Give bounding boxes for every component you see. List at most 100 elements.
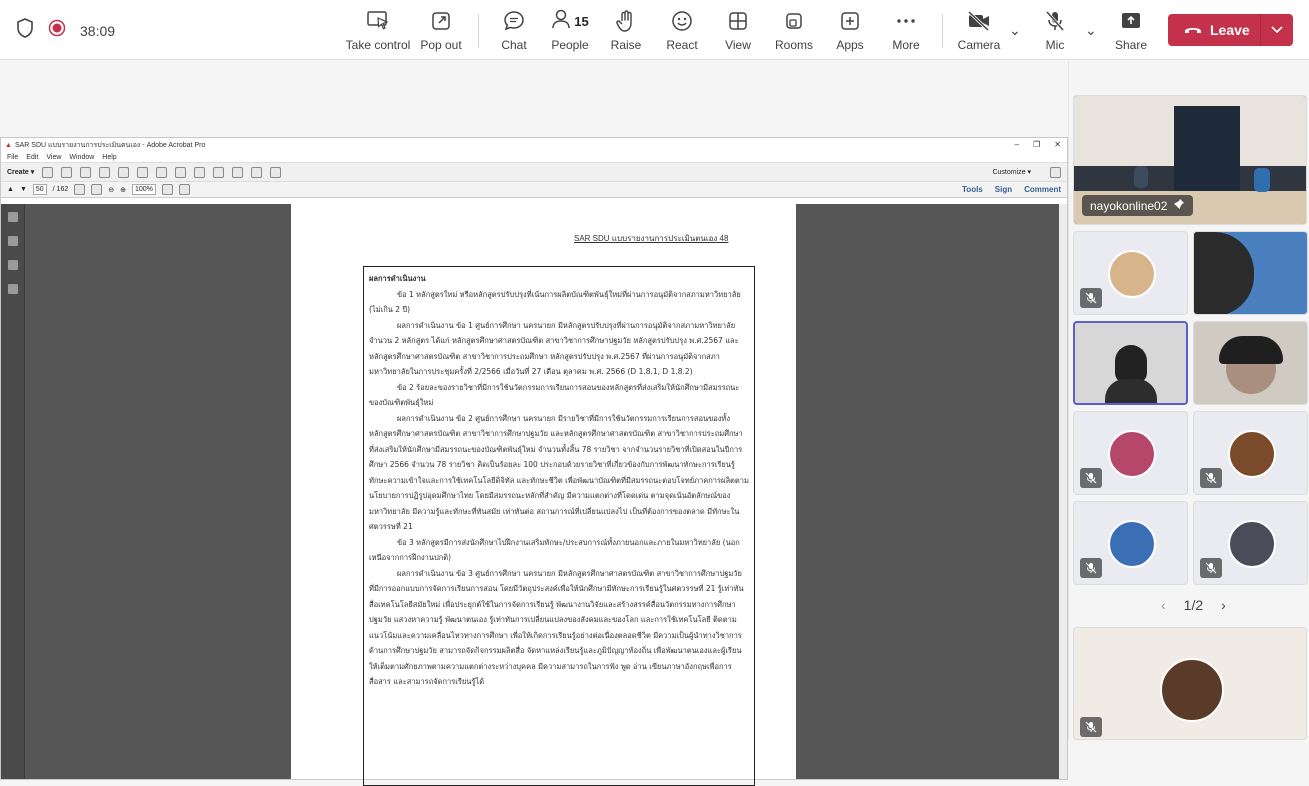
fit-width-icon[interactable] bbox=[178, 184, 190, 195]
page-thumbnails-icon[interactable] bbox=[8, 212, 18, 222]
pop-out-button[interactable]: Pop out bbox=[406, 8, 476, 52]
camera-options-chevron-icon[interactable]: ⌄ bbox=[1009, 22, 1021, 39]
document-viewport: SAR SDU แบบรายงานการประเมินตนเอง 48 ผลกา… bbox=[1, 204, 1067, 786]
cloud-icon[interactable] bbox=[80, 166, 92, 178]
stamp-icon[interactable] bbox=[213, 166, 225, 178]
view-icon bbox=[725, 8, 751, 34]
customize-button[interactable]: Customize ▾ bbox=[992, 168, 1031, 176]
page-number-input[interactable]: 50 bbox=[32, 184, 47, 195]
pop-out-icon bbox=[428, 8, 454, 34]
menu-view[interactable]: View bbox=[46, 154, 61, 161]
meeting-toolbar: 38:09 Take control Pop out Chat 15 Peopl… bbox=[0, 0, 1309, 60]
self-view-tile[interactable] bbox=[1073, 627, 1307, 740]
toolbar-divider bbox=[942, 14, 943, 48]
prev-page-chevron-icon[interactable]: ‹ bbox=[1161, 597, 1166, 613]
next-page-icon[interactable]: ▼ bbox=[20, 186, 27, 193]
acrobat-window: ▲ SAR SDU แบบรายงานการประเมินตนเอง - Ado… bbox=[0, 137, 1068, 786]
participant-tile[interactable] bbox=[1193, 501, 1308, 585]
acrobat-window-title: SAR SDU แบบรายงานการประเมินตนเอง - Adobe… bbox=[14, 141, 206, 149]
avatar bbox=[1160, 658, 1224, 722]
highlight-icon[interactable] bbox=[194, 166, 206, 178]
signatures-icon[interactable] bbox=[8, 260, 18, 270]
section-heading: ผลการดำเนินงาน bbox=[369, 274, 426, 283]
next-page-chevron-icon[interactable]: › bbox=[1221, 597, 1226, 613]
email-icon[interactable] bbox=[137, 166, 149, 178]
acrobat-nav-toolbar: ▲ ▼ 50 / 162 ⊖ ⊕ 100% Tools Sign Comment bbox=[1, 182, 1067, 198]
participant-tile[interactable] bbox=[1193, 411, 1308, 495]
gallery-page-indicator: 1/2 bbox=[1183, 597, 1204, 613]
share-icon bbox=[1118, 8, 1144, 34]
minimize-icon[interactable]: – bbox=[1015, 140, 1019, 149]
avatar bbox=[1228, 520, 1276, 568]
zoom-out-icon[interactable]: ⊖ bbox=[108, 186, 114, 194]
fit-page-icon[interactable] bbox=[161, 184, 173, 195]
featured-video-tile[interactable]: nayokonline02 bbox=[1073, 95, 1307, 225]
form-icon[interactable] bbox=[270, 166, 282, 178]
prev-page-icon[interactable]: ▲ bbox=[7, 186, 14, 193]
mic-muted-icon bbox=[1080, 717, 1102, 737]
react-icon bbox=[669, 8, 695, 34]
participant-tile[interactable] bbox=[1073, 501, 1188, 585]
participants-gallery: nayokonline02 ‹ 1/2 › bbox=[1068, 61, 1309, 740]
mic-muted-icon bbox=[1080, 288, 1102, 308]
camera-button[interactable]: Camera bbox=[944, 8, 1014, 52]
menu-help[interactable]: Help bbox=[102, 154, 116, 161]
mic-button[interactable]: Mic bbox=[1020, 8, 1090, 52]
results-table-cell: ผลการดำเนินงาน ข้อ 1 หลักสูตรใหม่ หรือหล… bbox=[363, 266, 755, 786]
document-scrollbar[interactable] bbox=[1059, 204, 1067, 779]
save-icon[interactable] bbox=[61, 166, 73, 178]
avatar bbox=[1108, 430, 1156, 478]
phone-hangup-icon bbox=[1184, 22, 1202, 38]
hand-tool-icon[interactable] bbox=[91, 184, 103, 195]
mic-muted-icon bbox=[1200, 558, 1222, 578]
restore-icon[interactable]: ❐ bbox=[1033, 140, 1040, 149]
mic-muted-icon bbox=[1080, 558, 1102, 578]
raise-hand-icon bbox=[613, 8, 639, 34]
share-button[interactable]: Share bbox=[1096, 8, 1166, 52]
chat-icon bbox=[501, 8, 527, 34]
zoom-in-icon[interactable]: ⊕ bbox=[120, 186, 126, 194]
take-control-icon bbox=[365, 8, 391, 34]
take-control-button[interactable]: Take control bbox=[343, 8, 413, 52]
page-header: SAR SDU แบบรายงานการประเมินตนเอง 48 bbox=[574, 234, 729, 243]
edit-icon[interactable] bbox=[118, 166, 130, 178]
create-button[interactable]: Create ▾ bbox=[7, 168, 34, 176]
participant-video-tile[interactable] bbox=[1193, 321, 1308, 405]
zoom-field[interactable]: 100% bbox=[132, 184, 156, 195]
settings-icon[interactable] bbox=[156, 166, 168, 178]
participant-video-tile-speaking[interactable] bbox=[1073, 321, 1188, 405]
tools-link[interactable]: Tools bbox=[962, 185, 983, 194]
participant-name-tag: nayokonline02 bbox=[1082, 195, 1194, 216]
leave-button[interactable]: Leave bbox=[1168, 14, 1293, 46]
bookmarks-icon[interactable] bbox=[8, 236, 18, 246]
menu-file[interactable]: File bbox=[7, 154, 18, 161]
mic-options-chevron-icon[interactable]: ⌄ bbox=[1085, 22, 1097, 39]
print-icon[interactable] bbox=[99, 166, 111, 178]
paragraph: ผลการดำเนินงาน ข้อ 2 ศูนย์การศึกษา นครนา… bbox=[369, 413, 749, 532]
paragraph: ผลการดำเนินงาน ข้อ 3 ศูนย์การศึกษา นครนา… bbox=[369, 568, 744, 687]
recording-icon bbox=[48, 19, 66, 42]
menu-window[interactable]: Window bbox=[69, 154, 94, 161]
more-button[interactable]: More bbox=[871, 8, 941, 52]
participant-video-tile[interactable] bbox=[1193, 231, 1308, 315]
sign-link[interactable]: Sign bbox=[995, 185, 1012, 194]
mic-muted-icon bbox=[1080, 468, 1102, 488]
participant-tile[interactable] bbox=[1073, 411, 1188, 495]
open-icon[interactable] bbox=[42, 166, 54, 178]
comment-link[interactable]: Comment bbox=[1024, 185, 1061, 194]
layers-icon[interactable] bbox=[8, 284, 18, 294]
leave-options-chevron-icon[interactable] bbox=[1261, 26, 1293, 34]
expand-icon[interactable] bbox=[1050, 166, 1061, 178]
people-icon bbox=[551, 8, 571, 35]
export-icon[interactable] bbox=[232, 166, 244, 178]
participant-tile[interactable] bbox=[1073, 231, 1188, 315]
close-icon[interactable]: ✕ bbox=[1054, 140, 1061, 149]
gallery-pager: ‹ 1/2 › bbox=[1161, 597, 1226, 613]
select-tool-icon[interactable] bbox=[74, 184, 86, 195]
paragraph: ข้อ 1 หลักสูตรใหม่ หรือหลักสูตรปรับปรุงท… bbox=[369, 289, 741, 315]
paragraph: ข้อ 3 หลักสูตรมีการส่งนักศึกษาไปฝึกงานเส… bbox=[369, 537, 740, 563]
comment-icon[interactable] bbox=[175, 166, 187, 178]
more-icon bbox=[893, 8, 919, 34]
menu-edit[interactable]: Edit bbox=[26, 154, 38, 161]
attach-icon[interactable] bbox=[251, 166, 263, 178]
